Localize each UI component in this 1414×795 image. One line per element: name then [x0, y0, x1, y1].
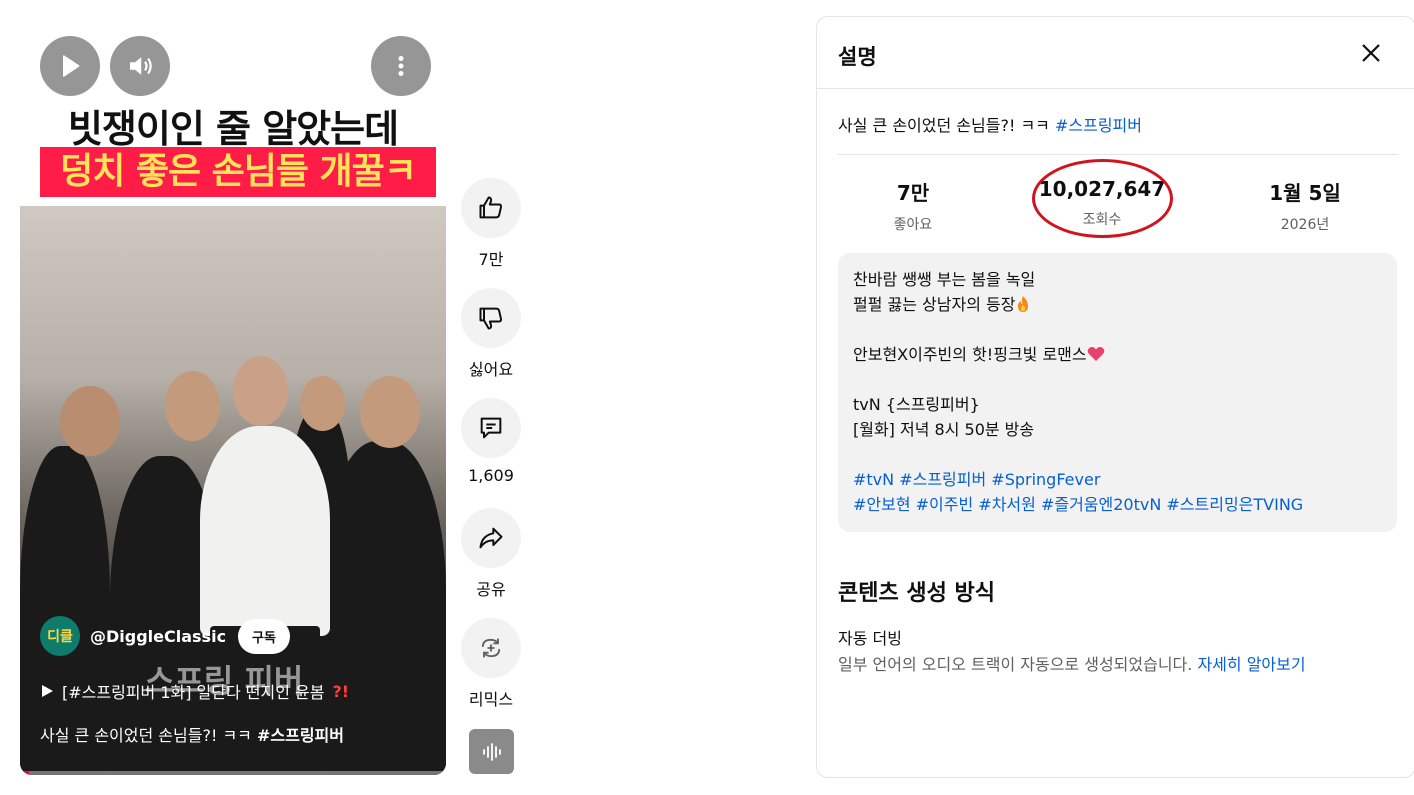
description-line-blank	[853, 442, 1382, 467]
description-line-blank	[853, 317, 1382, 342]
description-hashtags[interactable]: #안보현 #이주빈 #차서원 #즐거움엔20tvN #스트리밍은TVING	[853, 492, 1382, 517]
description-line-text: 안보현X이주빈의 핫!핑크빛 로맨스	[853, 345, 1087, 364]
thumbnail-headline-1: 빗쟁이인 줄 알았는데	[67, 107, 399, 151]
background-person-head	[300, 376, 345, 431]
description-line-text: 펄펄 끓는 상남자의 등장	[853, 295, 1016, 314]
views-highlight-circle	[1032, 159, 1173, 238]
like-count: 7만	[478, 250, 504, 269]
auto-dub-text: 일부 언어의 오디오 트랙이 자동으로 생성되었습니다. 자세히 알아보기	[838, 651, 1306, 675]
description-line: [월화] 저녁 8시 50분 방송	[853, 420, 1035, 439]
stat-label: 2026년	[1280, 217, 1330, 233]
more-options-button[interactable]	[371, 36, 431, 96]
remix-action: 리믹스	[461, 618, 521, 710]
video-caption: 사실 큰 손이었던 손님들?! ㅋㅋ #스프링피버	[40, 722, 344, 746]
description-line: tvN {스프링피버}	[853, 395, 980, 414]
remix-button[interactable]	[461, 618, 521, 678]
like-button[interactable]	[461, 178, 521, 238]
video-summary: 사실 큰 손이었던 손님들?! ㅋㅋ #스프링피버	[838, 112, 1142, 136]
description-body: 찬바람 쌩쌩 부는 봄을 녹일 펄펄 끓는 상남자의 등장 안보현X이주빈의 핫…	[838, 253, 1397, 532]
dislike-label: 싫어요	[468, 360, 514, 379]
play-icon	[63, 55, 80, 77]
play-small-icon	[42, 685, 53, 697]
comment-count: 1,609	[468, 466, 514, 485]
stat-value: 7만	[896, 181, 930, 205]
close-button[interactable]	[1355, 37, 1387, 69]
sound-wave-icon	[482, 742, 501, 761]
channel-handle[interactable]: @DiggleClassic	[90, 627, 226, 646]
comment-action: 1,609	[461, 398, 521, 485]
remix-label: 리믹스	[468, 690, 514, 709]
subscribe-button[interactable]: 구독	[238, 618, 290, 654]
comment-icon	[480, 417, 502, 439]
background-person-head	[165, 371, 220, 441]
dislike-button[interactable]	[461, 288, 521, 348]
channel-row: 디클 @DiggleClassic 구독	[40, 616, 290, 656]
playlist-link[interactable]: [#스프링피버 1화] 일단다 떤지인 윤봄 ?!	[40, 679, 349, 703]
heart-icon	[1087, 347, 1104, 361]
learn-more-link[interactable]: 자세히 알아보기	[1197, 655, 1305, 674]
divider	[838, 154, 1398, 155]
more-vert-icon	[398, 56, 404, 76]
comments-button[interactable]	[461, 398, 521, 458]
playlist-title: [#스프링피버 1화] 일단다 떤지인 윤봄	[62, 683, 325, 702]
remix-icon	[481, 638, 501, 658]
auto-dub-description: 일부 언어의 오디오 트랙이 자동으로 생성되었습니다.	[838, 655, 1198, 674]
summary-hashtag[interactable]: #스프링피버	[1055, 116, 1142, 135]
caption-hashtag[interactable]: #스프링피버	[257, 726, 344, 745]
description-line-blank	[853, 367, 1382, 392]
close-icon	[1362, 44, 1380, 62]
playlist-marks: ?!	[332, 681, 350, 701]
background-person-head	[360, 376, 420, 448]
like-action: 7만	[461, 178, 521, 270]
panel-header: 설명	[817, 17, 1414, 89]
progress-bar[interactable]	[20, 771, 446, 775]
progress-bar-fill	[20, 771, 29, 775]
description-line: 찬바람 쌩쌩 부는 봄을 녹일	[853, 270, 1036, 289]
main-actor-shirt	[200, 426, 330, 636]
play-button[interactable]	[40, 36, 100, 96]
panel-title: 설명	[838, 45, 877, 69]
description-hashtags[interactable]: #tvN #스프링피버 #SpringFever	[853, 467, 1382, 492]
stat-likes: 7만 좋아요	[873, 177, 953, 234]
share-action: 공유	[461, 508, 521, 600]
auto-dub-title: 자동 더빙	[838, 629, 902, 648]
stat-date: 1월 5일 2026년	[1255, 177, 1355, 234]
stat-label: 좋아요	[893, 217, 933, 233]
short-video-player[interactable]: 빗쟁이인 줄 알았는데 덩치 좋은 손님들 개꿀ㅋ 디클 @DiggleClas…	[20, 16, 446, 775]
channel-avatar[interactable]: 디클	[40, 616, 80, 656]
summary-text: 사실 큰 손이었던 손님들?! ㅋㅋ	[838, 116, 1055, 135]
volume-button[interactable]	[110, 36, 170, 96]
description-panel: 설명 사실 큰 손이었던 손님들?! ㅋㅋ #스프링피버 7만 좋아요 10,0…	[816, 16, 1414, 778]
background-person-head	[60, 386, 120, 456]
audio-track-button[interactable]	[469, 729, 514, 774]
volume-icon	[130, 57, 152, 75]
share-icon	[479, 527, 503, 549]
share-label: 공유	[476, 580, 506, 599]
caption-text: 사실 큰 손이었던 손님들?! ㅋㅋ	[40, 726, 257, 745]
content-section-title: 콘텐츠 생성 방식	[838, 581, 995, 606]
thumbs-up-icon	[479, 196, 503, 219]
thumbnail-headline-2: 덩치 좋은 손님들 개꿀ㅋ	[40, 147, 436, 197]
main-actor-head	[233, 356, 288, 426]
stat-value: 1월 5일	[1269, 181, 1341, 205]
share-button[interactable]	[461, 508, 521, 568]
dislike-action: 싫어요	[461, 288, 521, 380]
thumbs-down-icon	[479, 307, 503, 330]
description-line: 안보현X이주빈의 핫!핑크빛 로맨스	[853, 342, 1382, 367]
fire-icon	[1018, 296, 1029, 312]
description-line: 펄펄 끓는 상남자의 등장	[853, 292, 1382, 317]
